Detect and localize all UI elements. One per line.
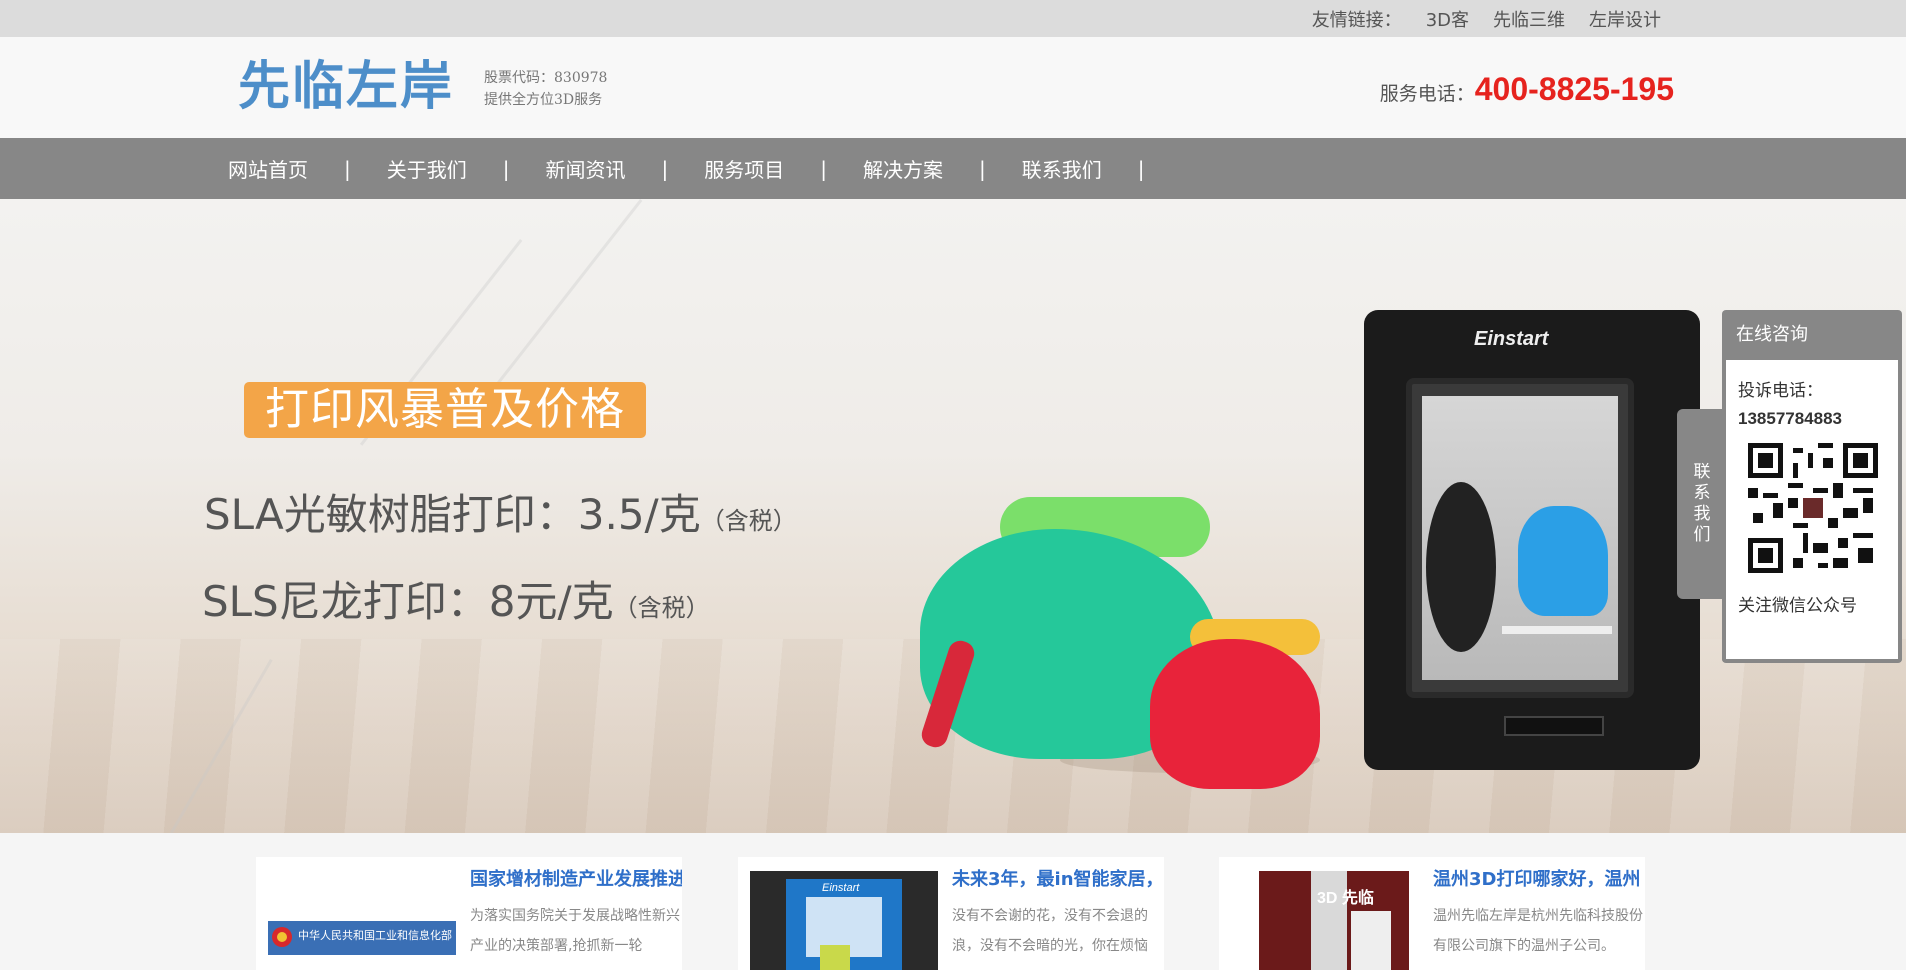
nav-item-news[interactable]: 新闻资讯 bbox=[528, 154, 644, 183]
printer-window bbox=[1406, 378, 1634, 698]
promo-tag: 打印风暴普及价格 bbox=[244, 382, 646, 438]
complaint-label: 投诉电话： bbox=[1738, 381, 1823, 401]
news-thumb-text: 3D 先临 bbox=[1317, 888, 1374, 907]
news-card[interactable]: 中华人民共和国工业和信息化部 国家增材制造产业发展推进 为落实国务院关于发展战略… bbox=[256, 857, 682, 970]
nav-separator: | bbox=[820, 156, 827, 181]
nav-separator: | bbox=[661, 156, 669, 181]
news-thumbnail-store: 3D 先临 bbox=[1231, 871, 1419, 970]
friend-link-xianlin-3d[interactable]: 先临三维 bbox=[1493, 6, 1565, 32]
news-title[interactable]: 温州3D打印哪家好，温州 bbox=[1433, 865, 1645, 891]
hotline-label: 服务电话： bbox=[1379, 83, 1475, 105]
news-card[interactable]: 3D 先临 温州3D打印哪家好，温州 温州先临左岸是杭州先临科技股份有限公司旗下… bbox=[1219, 857, 1645, 970]
news-thumb-text: Einstart bbox=[822, 882, 860, 894]
news-desc: 为落实国务院关于发展战略性新兴产业的决策部署,抢抓新一轮 bbox=[470, 908, 680, 954]
printer-bed bbox=[1502, 626, 1612, 634]
nav-item-services[interactable]: 服务项目 bbox=[686, 154, 802, 183]
banner-stripe bbox=[492, 199, 643, 390]
friend-link-zuoan-design[interactable]: 左岸设计 bbox=[1589, 6, 1661, 32]
nav-separator: | bbox=[502, 156, 510, 181]
printer-screen bbox=[1504, 716, 1604, 736]
price-sla-tax: （含税） bbox=[700, 507, 797, 535]
consult-header: 在线咨询 bbox=[1726, 310, 1898, 360]
contact-us-tab[interactable]: 联系我们 bbox=[1677, 409, 1723, 599]
price-line-sls: SLS尼龙打印：8元/克（含税） bbox=[202, 568, 710, 629]
main-nav: 网站首页 | 关于我们 | 新闻资讯 | 服务项目 | 解决方案 | 联系我们 | bbox=[0, 138, 1906, 199]
nav-item-home[interactable]: 网站首页 bbox=[210, 154, 326, 183]
hotline-number: 400-8825-195 bbox=[1474, 71, 1674, 107]
friend-links: 友情链接： 3D客 先临三维 左岸设计 bbox=[1312, 0, 1661, 37]
nav-item-solutions[interactable]: 解决方案 bbox=[845, 154, 961, 183]
nav-item-about[interactable]: 关于我们 bbox=[369, 154, 485, 183]
news-desc: 温州先临左岸是杭州先临科技股份有限公司旗下的温州子公司。 bbox=[1433, 908, 1643, 954]
news-thumbnail-miit: 中华人民共和国工业和信息化部 bbox=[268, 871, 456, 970]
service-hotline: 服务电话： 400-8825-195 bbox=[1380, 71, 1674, 108]
printer-brand: Einstart bbox=[1474, 328, 1549, 350]
nav-separator: | bbox=[979, 156, 986, 181]
stock-code: 股票代码：830978 bbox=[484, 70, 608, 86]
news-thumb-text: 中华人民共和国工业和信息化部 bbox=[298, 928, 452, 942]
news-title[interactable]: 国家增材制造产业发展推进 bbox=[470, 865, 682, 891]
top-bar: 友情链接： 3D客 先临三维 左岸设计 bbox=[0, 0, 1906, 37]
friend-link-3dke[interactable]: 3D客 bbox=[1426, 6, 1469, 32]
price-sla: SLA光敏树脂打印：3.5/克 bbox=[204, 490, 701, 539]
site-logo[interactable]: 先临左岸 bbox=[238, 55, 454, 119]
news-card[interactable]: Einstart 未来3年，最in智能家居， 没有不会谢的花，没有不会退的浪，没… bbox=[738, 857, 1164, 970]
price-sls-tax: （含税） bbox=[613, 594, 710, 622]
complaint-number: 13857784883 bbox=[1738, 409, 1843, 428]
online-consult-panel: 在线咨询 投诉电话： 13857784883 关注微信公众号 bbox=[1722, 310, 1902, 663]
printer-spool bbox=[1426, 482, 1496, 652]
toy-dog-red-image bbox=[1150, 639, 1320, 789]
hero-banner[interactable]: 打印风暴普及价格 SLA光敏树脂打印：3.5/克（含税） SLS尼龙打印：8元/… bbox=[0, 199, 1906, 833]
news-title[interactable]: 未来3年，最in智能家居， bbox=[952, 865, 1164, 891]
printed-rhino-model bbox=[1518, 506, 1608, 616]
einstart-printer-image: Einstart bbox=[1364, 310, 1700, 770]
nav-separator: | bbox=[344, 156, 351, 181]
header: 先临左岸 股票代码：830978 提供全方位3D服务 服务电话： 400-882… bbox=[0, 37, 1906, 138]
wechat-qr-code bbox=[1748, 443, 1878, 573]
news-desc: 没有不会谢的花，没有不会退的浪，没有不会暗的光，你在烦恼 bbox=[952, 908, 1148, 954]
wechat-label: 关注微信公众号 bbox=[1738, 596, 1857, 616]
stock-info: 股票代码：830978 提供全方位3D服务 bbox=[484, 67, 607, 111]
printer-chamber bbox=[1422, 396, 1618, 680]
price-line-sla: SLA光敏树脂打印：3.5/克（含税） bbox=[204, 481, 797, 542]
news-thumbnail-printer: Einstart bbox=[750, 871, 938, 970]
tagline: 提供全方位3D服务 bbox=[484, 92, 603, 108]
nav-separator: | bbox=[1137, 156, 1145, 181]
friend-links-label: 友情链接： bbox=[1311, 9, 1402, 31]
price-sls: SLS尼龙打印：8元/克 bbox=[202, 577, 614, 626]
nav-item-contact[interactable]: 联系我们 bbox=[1004, 154, 1120, 183]
